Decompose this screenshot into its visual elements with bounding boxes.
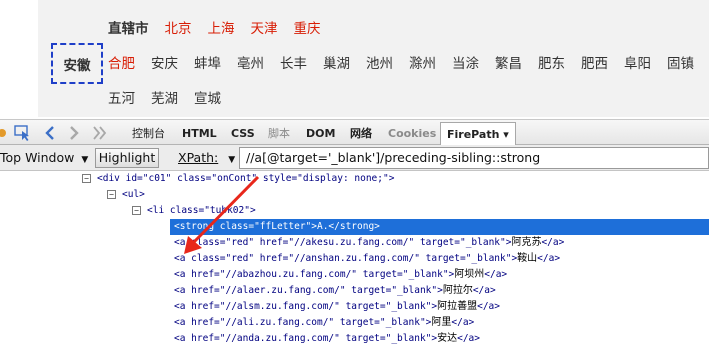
tree-node-a[interactable]: <a class="red" href="//akesu.zu.fang.com… (174, 235, 564, 251)
tab-console[interactable]: 控制台 (132, 125, 165, 143)
tree-node-a[interactable]: <a href="//alaer.zu.fang.com/" target="_… (174, 283, 496, 299)
node-markup: <a href="//ali.zu.fang.com/" target="_bl… (174, 317, 432, 328)
city-link[interactable]: 合肥 (108, 52, 135, 72)
collapse-toggle-icon[interactable]: − (107, 190, 116, 199)
node-close: </a> (484, 269, 508, 280)
firepath-bar: Top Window ▼ Highlight XPath: ▼ //a[@tar… (0, 145, 709, 171)
node-markup: <a href="//alsm.zu.fang.com/" target="_b… (174, 301, 438, 312)
tab-net[interactable]: 网络 (350, 125, 372, 143)
city-link[interactable]: 宣城 (194, 87, 221, 107)
node-close: </a> (472, 285, 496, 296)
tree-node-li[interactable]: − <li class="tubk02"> (132, 203, 256, 219)
tab-css[interactable]: CSS (231, 125, 255, 143)
node-close: </a> (537, 253, 561, 264)
node-markup: <ul> (122, 189, 145, 200)
node-close: </a> (541, 237, 565, 248)
multi-arrow-icon[interactable] (91, 124, 111, 142)
tree-node-ul[interactable]: − <ul> (107, 187, 145, 203)
province-city-row-2: 五河 芜湖 宣城 (108, 85, 237, 109)
city-link[interactable]: 肥东 (538, 52, 565, 72)
frame-select-value: Top Window (0, 150, 75, 165)
city-link[interactable]: 重庆 (294, 17, 321, 37)
node-text: 阿里 (431, 317, 452, 328)
devtools-toolbar: 控制台 HTML CSS 脚本 DOM 网络 Cookies FirePath … (0, 119, 709, 147)
xpath-mode-select[interactable]: XPath: ▼ (178, 148, 235, 168)
tab-cookies[interactable]: Cookies (388, 125, 436, 143)
forward-arrow-icon[interactable] (66, 124, 82, 142)
tree-node-a[interactable]: <a href="//anda.zu.fang.com/" target="_b… (174, 331, 480, 347)
tree-node-a[interactable]: <a href="//ali.zu.fang.com/" target="_bl… (174, 315, 474, 331)
node-markup: <a class="red" href="//anshan.zu.fang.co… (174, 253, 518, 264)
city-link[interactable]: 亳州 (237, 52, 264, 72)
city-link[interactable]: 天津 (251, 17, 278, 37)
firebug-menu-icon[interactable] (0, 124, 8, 142)
municipality-row: 直辖市 北京 上海 天津 重庆 (108, 15, 337, 39)
node-markup: <a href="//anda.zu.fang.com/" target="_b… (174, 333, 438, 344)
city-link[interactable]: 巢湖 (323, 52, 350, 72)
city-link[interactable]: 繁昌 (495, 52, 522, 72)
city-link[interactable]: 北京 (165, 17, 192, 37)
tab-firepath[interactable]: FirePath ▾ (440, 122, 516, 147)
city-link[interactable]: 阜阳 (624, 52, 651, 72)
tab-dom[interactable]: DOM (306, 125, 335, 143)
city-link[interactable]: 蚌埠 (194, 52, 221, 72)
node-close: </a> (457, 333, 480, 344)
node-close: </a> (477, 301, 500, 312)
city-picker-page: 直辖市 北京 上海 天津 重庆 安徽 合肥 安庆 蚌埠 亳州 长丰 巢湖 池州 … (38, 0, 709, 117)
city-link[interactable]: 长丰 (280, 52, 307, 72)
node-markup: <a class="red" href="//akesu.zu.fang.com… (174, 237, 512, 248)
highlight-button[interactable]: Highlight (95, 148, 159, 168)
city-link[interactable]: 固镇 (667, 52, 694, 72)
province-label-anhui: 安徽 (51, 43, 103, 84)
node-text: 阿克苏 (511, 237, 542, 248)
city-link[interactable]: 池州 (366, 52, 393, 72)
city-link[interactable]: 滁州 (409, 52, 436, 72)
xpath-label: XPath: (178, 150, 219, 165)
city-link[interactable]: 安庆 (151, 52, 178, 72)
node-markup: <a href="//alaer.zu.fang.com/" target="_… (174, 285, 443, 296)
tree-node-a[interactable]: <a href="//abazhou.zu.fang.com/" target=… (174, 267, 507, 283)
dropdown-arrow-icon: ▼ (228, 155, 236, 165)
node-markup: <li class="tubk02"> (147, 205, 256, 216)
tree-node-strong-selected[interactable]: <strong class="ffLetter">A.</strong> (170, 219, 709, 235)
node-markup: <strong class="ffLetter">A.</strong> (174, 221, 380, 232)
dropdown-arrow-icon: ▼ (81, 155, 89, 165)
city-link[interactable]: 上海 (208, 17, 235, 37)
city-link[interactable]: 五河 (108, 87, 135, 107)
node-text: 阿坝州 (454, 269, 485, 280)
node-markup: <a href="//abazhou.zu.fang.com/" target=… (174, 269, 455, 280)
xpath-input[interactable]: //a[@target='_blank']/preceding-sibling:… (239, 147, 709, 169)
tree-node-a[interactable]: <a href="//alsm.zu.fang.com/" target="_b… (174, 299, 500, 315)
city-link[interactable]: 当涂 (452, 52, 479, 72)
chevron-down-icon: ▾ (503, 128, 509, 141)
back-arrow-icon[interactable] (42, 124, 58, 142)
tree-node-a[interactable]: <a class="red" href="//anshan.zu.fang.co… (174, 251, 560, 267)
dom-tree-panel: − <div id="c01" class="onCont" style="dis… (0, 171, 709, 349)
node-close: </a> (451, 317, 475, 328)
node-text: 鞍山 (517, 253, 538, 264)
collapse-toggle-icon[interactable]: − (132, 206, 141, 215)
city-link[interactable]: 芜湖 (151, 87, 178, 107)
node-text: 阿拉善盟 (437, 301, 478, 312)
node-markup: <div id="c01" class="onCont" style="disp… (97, 173, 395, 184)
tab-firepath-label: FirePath (447, 128, 500, 141)
municipality-label: 直辖市 (108, 21, 149, 37)
tab-script[interactable]: 脚本 (268, 125, 290, 143)
tree-node-div[interactable]: − <div id="c01" class="onCont" style="dis… (82, 171, 394, 187)
tab-html[interactable]: HTML (182, 125, 217, 143)
city-link[interactable]: 肥西 (581, 52, 608, 72)
collapse-toggle-icon[interactable]: − (82, 174, 91, 183)
province-city-row: 合肥 安庆 蚌埠 亳州 长丰 巢湖 池州 滁州 当涂 繁昌 肥东 肥西 阜阳 固… (108, 50, 709, 74)
node-text: 安达 (437, 333, 458, 344)
inspect-element-icon[interactable] (12, 124, 34, 142)
node-text: 阿拉尔 (442, 285, 473, 296)
frame-select[interactable]: Top Window ▼ (0, 148, 88, 168)
